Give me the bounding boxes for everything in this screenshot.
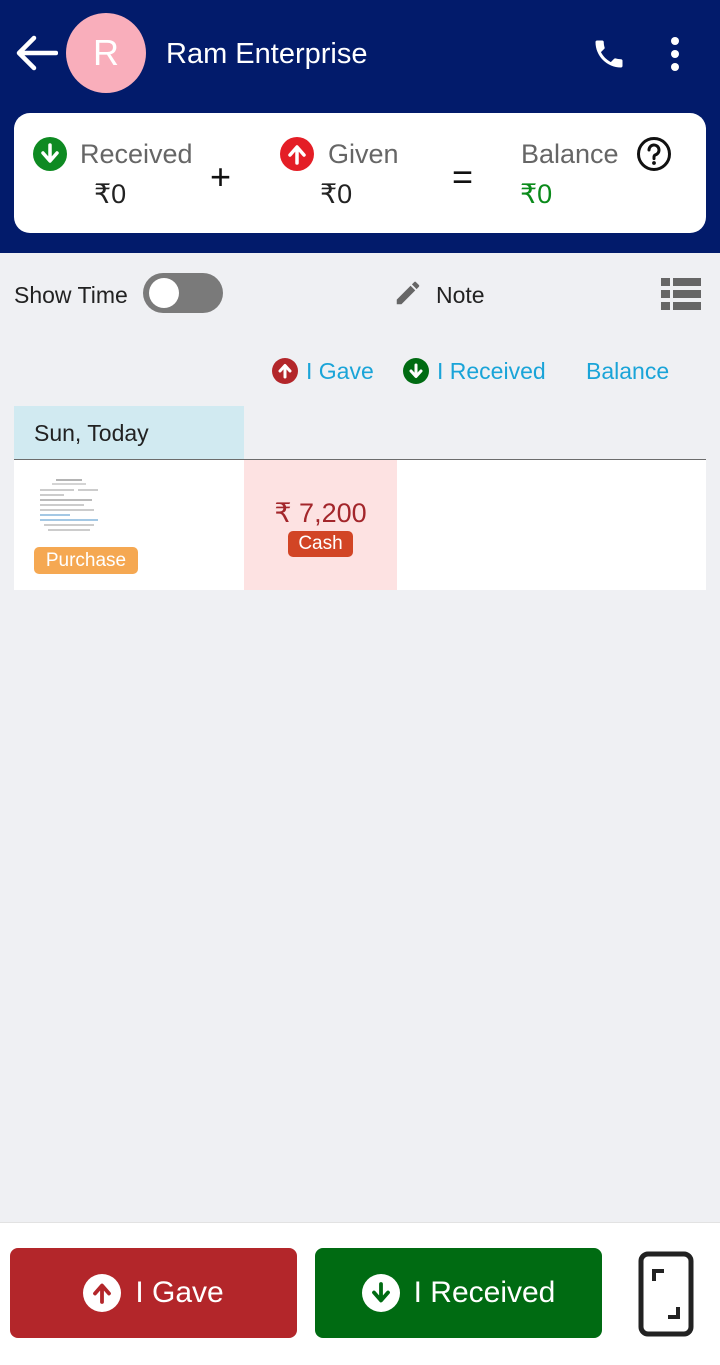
note-button[interactable]: Note: [436, 280, 485, 310]
header-bar: R Ram Enterprise Received ₹0 + Given ₹0 …: [0, 0, 720, 253]
bottom-action-bar: I Gave I Received: [0, 1222, 720, 1365]
column-header-balance: Balance: [586, 358, 670, 384]
equals-sign: =: [452, 156, 474, 197]
help-circle-icon[interactable]: [636, 136, 672, 172]
phone-scan-icon[interactable]: [638, 1251, 694, 1337]
list-view-icon[interactable]: [661, 277, 701, 311]
received-label: Received: [80, 139, 193, 169]
toggle-knob: [149, 278, 179, 308]
received-value: ₹0: [94, 179, 127, 209]
arrow-down-circle-icon: [403, 358, 429, 384]
gave-amount-cell[interactable]: ₹ 7,200 Cash: [244, 460, 397, 590]
column-header-gave: I Gave: [306, 358, 374, 384]
column-header-received: I Received: [437, 358, 546, 384]
bill-thumbnail-icon[interactable]: [34, 474, 104, 538]
arrow-down-circle-icon: [361, 1274, 400, 1312]
entry-amount: ₹ 7,200: [274, 498, 367, 528]
payment-mode-badge: Cash: [288, 531, 353, 557]
balance-label: Balance: [521, 139, 619, 169]
more-vertical-icon[interactable]: [664, 36, 686, 72]
balance-summary-card: Received ₹0 + Given ₹0 = Balance ₹0: [14, 113, 706, 233]
date-header: Sun, Today: [14, 406, 244, 460]
arrow-left-icon[interactable]: [14, 34, 58, 72]
arrow-up-circle-icon: [280, 137, 314, 171]
phone-icon[interactable]: [591, 36, 627, 72]
i-gave-button[interactable]: I Gave: [10, 1248, 297, 1338]
i-gave-label: I Gave: [135, 1276, 224, 1309]
plus-sign: +: [210, 156, 232, 197]
arrow-down-circle-icon: [33, 137, 67, 171]
i-received-button[interactable]: I Received: [315, 1248, 602, 1338]
balance-value: ₹0: [520, 179, 553, 209]
avatar[interactable]: R: [66, 13, 146, 93]
purchase-tag: Purchase: [34, 547, 138, 574]
arrow-up-circle-icon: [272, 358, 298, 384]
pencil-icon[interactable]: [393, 278, 423, 308]
show-time-toggle[interactable]: [143, 273, 223, 313]
page-title[interactable]: Ram Enterprise: [166, 36, 367, 72]
given-label: Given: [328, 139, 399, 169]
list-item[interactable]: Purchase ₹ 7,200 Cash: [14, 460, 706, 590]
arrow-up-circle-icon: [83, 1274, 122, 1312]
given-value: ₹0: [320, 179, 353, 209]
i-received-label: I Received: [413, 1276, 556, 1309]
show-time-label: Show Time: [14, 282, 128, 308]
